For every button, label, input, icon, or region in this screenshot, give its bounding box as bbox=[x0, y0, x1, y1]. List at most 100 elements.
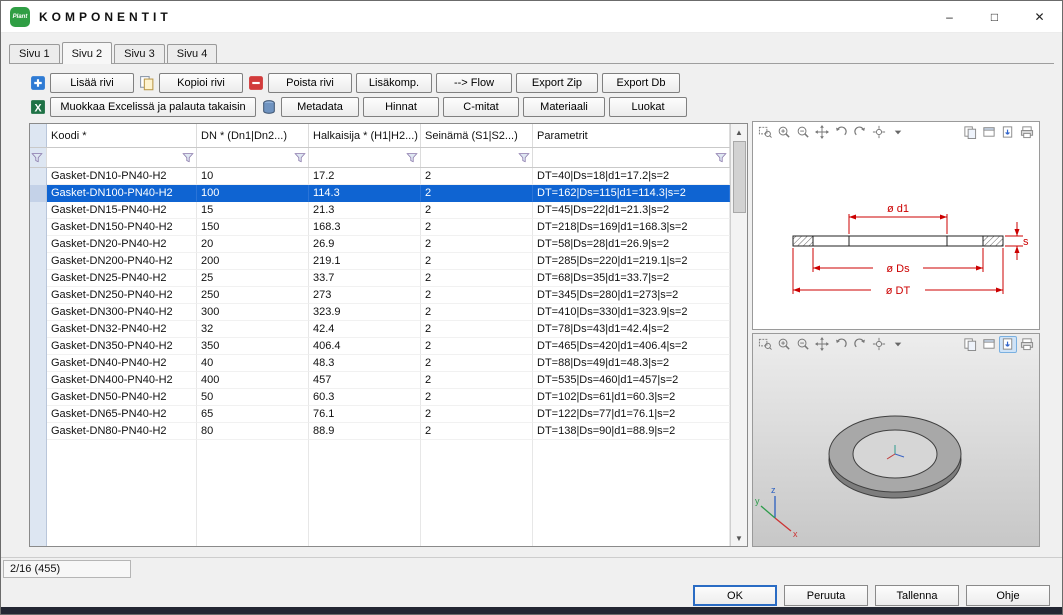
ohje-button[interactable]: Ohje bbox=[966, 585, 1050, 606]
copy-frame-icon[interactable] bbox=[980, 124, 998, 141]
row-header-cell[interactable] bbox=[30, 253, 47, 270]
rotate-ccw-icon[interactable] bbox=[832, 336, 850, 353]
row-header-cell[interactable] bbox=[30, 304, 47, 321]
table-row[interactable]: Gasket-DN50-PN40-H25060.32DT=102|Ds=61|d… bbox=[30, 389, 730, 406]
button-c-mitat[interactable]: C-mitat bbox=[443, 97, 519, 117]
save-view-icon[interactable] bbox=[999, 336, 1017, 353]
copy-view-icon[interactable] bbox=[961, 124, 979, 141]
row-header-cell[interactable] bbox=[30, 389, 47, 406]
table-row[interactable]: Gasket-DN80-PN40-H28088.92DT=138|Ds=90|d… bbox=[30, 423, 730, 440]
funnel-icon[interactable] bbox=[406, 152, 418, 164]
print-icon[interactable] bbox=[1018, 336, 1036, 353]
rotate-cw-icon[interactable] bbox=[851, 124, 869, 141]
scroll-thumb[interactable] bbox=[733, 141, 746, 213]
row-header-cell[interactable] bbox=[30, 423, 47, 440]
vertical-scrollbar[interactable]: ▲ ▼ bbox=[730, 124, 747, 546]
table-row[interactable]: Gasket-DN150-PN40-H2150168.32DT=218|Ds=1… bbox=[30, 219, 730, 236]
button-hinnat[interactable]: Hinnat bbox=[363, 97, 439, 117]
row-filter-corner[interactable] bbox=[30, 148, 47, 167]
column-header-dn-dn1-dn2[interactable]: DN * (Dn1|Dn2...) bbox=[197, 124, 309, 147]
table-row[interactable]: Gasket-DN40-PN40-H24048.32DT=88|Ds=49|d1… bbox=[30, 355, 730, 372]
dropdown-icon[interactable] bbox=[889, 336, 907, 353]
button-lis-komp[interactable]: Lisäkomp. bbox=[356, 73, 432, 93]
row-header-cell[interactable] bbox=[30, 338, 47, 355]
table-row[interactable]: Gasket-DN250-PN40-H22502732DT=345|Ds=280… bbox=[30, 287, 730, 304]
funnel-icon[interactable] bbox=[294, 152, 306, 164]
column-header-parametrit[interactable]: Parametrit bbox=[533, 124, 730, 147]
column-header-koodi[interactable]: Koodi * bbox=[47, 124, 197, 147]
funnel-icon[interactable] bbox=[31, 152, 43, 164]
zoom-in-icon[interactable] bbox=[775, 336, 793, 353]
rotate-ccw-icon[interactable] bbox=[832, 124, 850, 141]
button-muokkaa-exceliss-ja-palauta-takaisin[interactable]: Muokkaa Excelissä ja palauta takaisin bbox=[50, 97, 256, 117]
table-row[interactable]: Gasket-DN20-PN40-H22026.92DT=58|Ds=28|d1… bbox=[30, 236, 730, 253]
metadata-icon[interactable] bbox=[260, 98, 277, 115]
copy-view-icon[interactable] bbox=[961, 336, 979, 353]
peruuta-button[interactable]: Peruuta bbox=[784, 585, 868, 606]
filter-sein-m-s1-s2[interactable] bbox=[421, 148, 533, 167]
plus-icon[interactable] bbox=[29, 74, 46, 91]
tab-sivu-3[interactable]: Sivu 3 bbox=[114, 44, 165, 63]
zoom-out-icon[interactable] bbox=[794, 124, 812, 141]
button-materiaali[interactable]: Materiaali bbox=[523, 97, 605, 117]
button-poista-rivi[interactable]: Poista rivi bbox=[268, 73, 352, 93]
row-header-cell[interactable] bbox=[30, 406, 47, 423]
button-export-zip[interactable]: Export Zip bbox=[516, 73, 598, 93]
button-lis-rivi[interactable]: Lisää rivi bbox=[50, 73, 134, 93]
copy-icon[interactable] bbox=[138, 74, 155, 91]
zoom-in-icon[interactable] bbox=[775, 124, 793, 141]
table-row[interactable]: Gasket-DN25-PN40-H22533.72DT=68|Ds=35|d1… bbox=[30, 270, 730, 287]
table-row[interactable]: Gasket-DN300-PN40-H2300323.92DT=410|Ds=3… bbox=[30, 304, 730, 321]
button-kopioi-rivi[interactable]: Kopioi rivi bbox=[159, 73, 243, 93]
filter-dn-dn1-dn2[interactable] bbox=[197, 148, 309, 167]
minus-icon[interactable] bbox=[247, 74, 264, 91]
tab-sivu-2[interactable]: Sivu 2 bbox=[62, 42, 113, 64]
table-row[interactable]: Gasket-DN100-PN40-H2100114.32DT=162|Ds=1… bbox=[30, 185, 730, 202]
table-row[interactable]: Gasket-DN400-PN40-H24004572DT=535|Ds=460… bbox=[30, 372, 730, 389]
row-header-cell[interactable] bbox=[30, 202, 47, 219]
table-row[interactable]: Gasket-DN350-PN40-H2350406.42DT=465|Ds=4… bbox=[30, 338, 730, 355]
tab-sivu-1[interactable]: Sivu 1 bbox=[9, 44, 60, 63]
row-header-cell[interactable] bbox=[30, 185, 47, 202]
pan-icon[interactable] bbox=[813, 336, 831, 353]
filter-halkaisija-h1-h2[interactable] bbox=[309, 148, 421, 167]
orbit-icon[interactable] bbox=[870, 124, 888, 141]
close-icon[interactable]: ✕ bbox=[1017, 1, 1062, 33]
funnel-icon[interactable] bbox=[182, 152, 194, 164]
zoom-out-icon[interactable] bbox=[794, 336, 812, 353]
maximize-icon[interactable]: □ bbox=[972, 1, 1017, 33]
row-header-cell[interactable] bbox=[30, 168, 47, 185]
column-header-halkaisija-h1-h2[interactable]: Halkaisija * (H1|H2...) bbox=[309, 124, 421, 147]
row-header-cell[interactable] bbox=[30, 270, 47, 287]
row-header-cell[interactable] bbox=[30, 372, 47, 389]
column-header-sein-m-s1-s2[interactable]: Seinämä (S1|S2...) bbox=[421, 124, 533, 147]
row-header-cell[interactable] bbox=[30, 287, 47, 304]
funnel-icon[interactable] bbox=[715, 152, 727, 164]
table-row[interactable]: Gasket-DN65-PN40-H26576.12DT=122|Ds=77|d… bbox=[30, 406, 730, 423]
filter-koodi[interactable] bbox=[47, 148, 197, 167]
button-export-db[interactable]: Export Db bbox=[602, 73, 680, 93]
select-icon[interactable] bbox=[756, 124, 774, 141]
tab-sivu-4[interactable]: Sivu 4 bbox=[167, 44, 218, 63]
table-row[interactable]: Gasket-DN15-PN40-H21521.32DT=45|Ds=22|d1… bbox=[30, 202, 730, 219]
button-flow[interactable]: --> Flow bbox=[436, 73, 512, 93]
button-luokat[interactable]: Luokat bbox=[609, 97, 687, 117]
row-header-cell[interactable] bbox=[30, 355, 47, 372]
save-view-icon[interactable] bbox=[999, 124, 1017, 141]
print-icon[interactable] bbox=[1018, 124, 1036, 141]
scroll-up-icon[interactable]: ▲ bbox=[731, 124, 747, 140]
table-row[interactable]: Gasket-DN32-PN40-H23242.42DT=78|Ds=43|d1… bbox=[30, 321, 730, 338]
ok-button[interactable]: OK bbox=[693, 585, 777, 606]
orbit-icon[interactable] bbox=[870, 336, 888, 353]
minimize-icon[interactable]: – bbox=[927, 1, 972, 33]
excel-icon[interactable]: X bbox=[29, 98, 46, 115]
rotate-cw-icon[interactable] bbox=[851, 336, 869, 353]
funnel-icon[interactable] bbox=[518, 152, 530, 164]
table-row[interactable]: Gasket-DN200-PN40-H2200219.12DT=285|Ds=2… bbox=[30, 253, 730, 270]
button-metadata[interactable]: Metadata bbox=[281, 97, 359, 117]
tallenna-button[interactable]: Tallenna bbox=[875, 585, 959, 606]
pan-icon[interactable] bbox=[813, 124, 831, 141]
dropdown-icon[interactable] bbox=[889, 124, 907, 141]
copy-frame-icon[interactable] bbox=[980, 336, 998, 353]
scroll-down-icon[interactable]: ▼ bbox=[731, 530, 747, 546]
